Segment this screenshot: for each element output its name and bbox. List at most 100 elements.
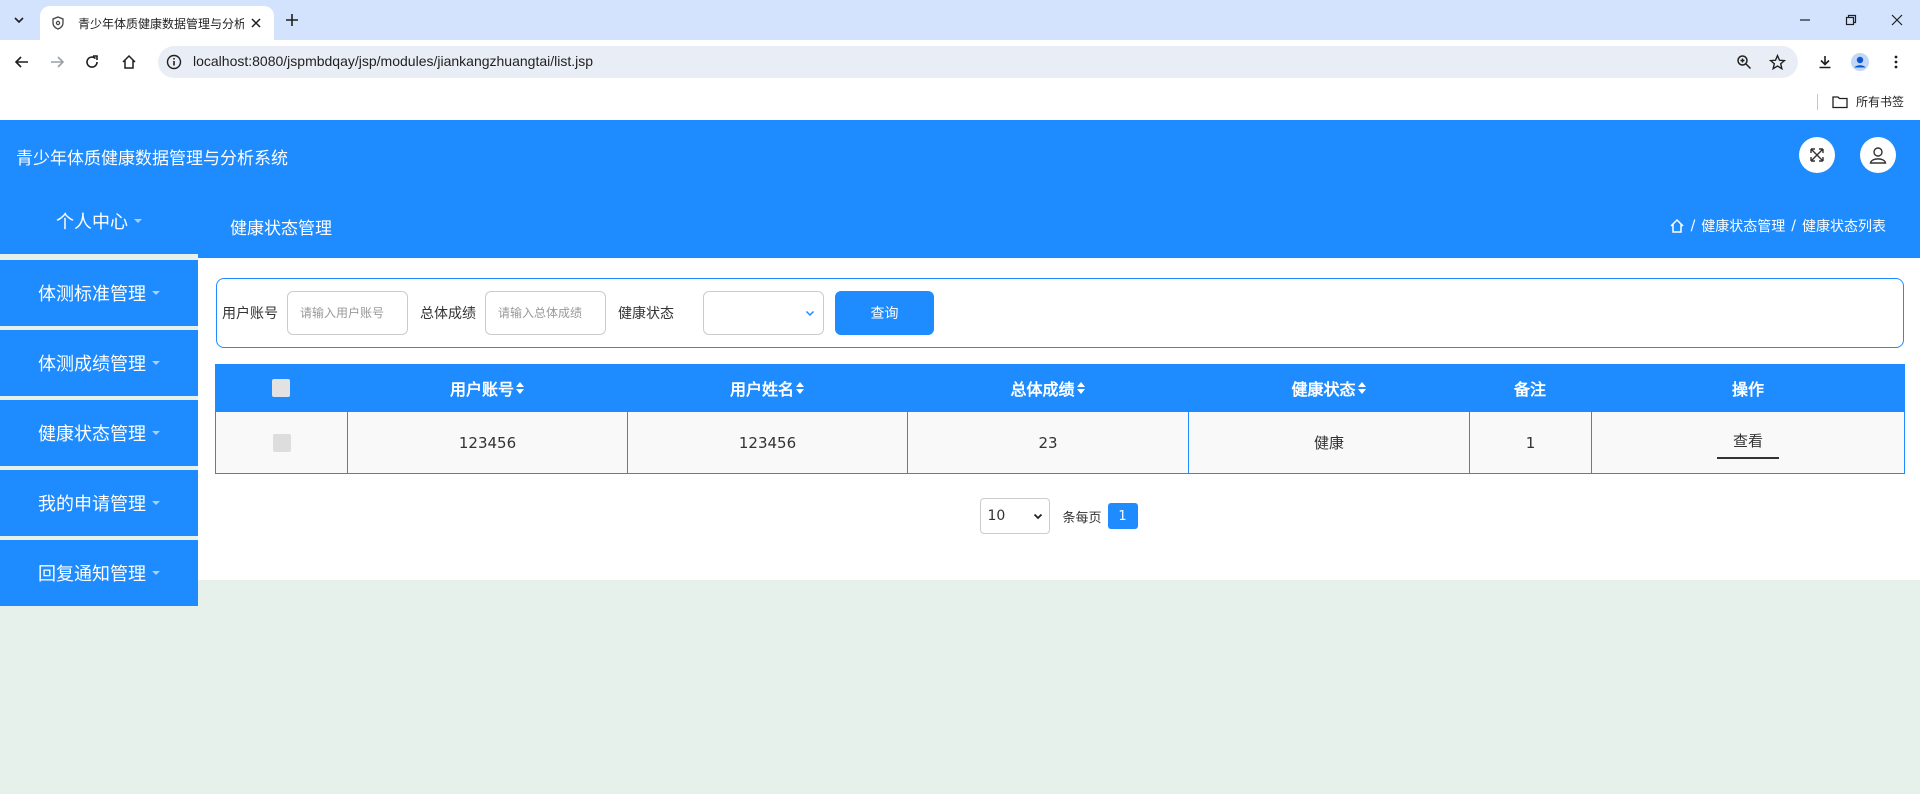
plus-icon — [286, 14, 298, 26]
sidebar-item-personal-center[interactable]: 个人中心 — [0, 188, 198, 254]
header-cell-score[interactable]: 总体成绩 — [907, 364, 1188, 412]
close-window-button[interactable] — [1887, 10, 1907, 30]
app-title: 青少年体质健康数据管理与分析系统 — [16, 149, 288, 169]
sidebar-item-test-standards[interactable]: 体测标准管理 — [0, 260, 198, 326]
sidebar-item-my-applications[interactable]: 我的申请管理 — [0, 470, 198, 536]
score-label: 总体成绩 — [420, 306, 476, 322]
cell-status: 健康 — [1189, 412, 1470, 473]
table-header: 用户账号 用户姓名 总体成绩 健康状态 备注 操作 — [215, 364, 1905, 412]
account-input[interactable] — [287, 291, 408, 335]
browser-tab-active[interactable]: 青少年体质健康数据管理与分析 — [40, 6, 274, 40]
per-page-label: 条每页 — [1062, 510, 1102, 526]
browser-toolbar: localhost:8080/jspmbdqay/jsp/modules/jia… — [0, 40, 1920, 84]
fullscreen-button[interactable] — [1799, 137, 1835, 173]
breadcrumb-separator: / — [1690, 218, 1696, 234]
sidebar-item-label: 体测成绩管理 — [38, 354, 146, 375]
sort-icon — [796, 382, 804, 394]
header-cell-account[interactable]: 用户账号 — [347, 364, 627, 412]
caret-down-icon — [152, 501, 160, 505]
sidebar-item-health-status[interactable]: 健康状态管理 — [0, 400, 198, 466]
home-button[interactable] — [118, 51, 140, 73]
caret-down-icon — [152, 361, 160, 365]
header-label: 用户账号 — [449, 380, 514, 399]
query-button[interactable]: 查询 — [835, 291, 934, 335]
star-icon[interactable] — [1768, 53, 1786, 71]
header-cell-select — [215, 364, 347, 412]
download-icon — [1819, 56, 1831, 69]
app-header: 青少年体质健康数据管理与分析系统 — [0, 120, 1920, 188]
row-checkbox[interactable] — [272, 433, 291, 452]
sidebar-item-label: 我的申请管理 — [38, 494, 146, 515]
header-label: 健康状态 — [1291, 380, 1356, 399]
sort-icon — [1076, 382, 1085, 394]
restore-icon — [1845, 14, 1857, 26]
arrow-left-icon — [14, 56, 28, 68]
header-label: 用户姓名 — [729, 380, 794, 399]
chevron-down-icon — [805, 310, 815, 317]
page-title: 健康状态管理 — [230, 219, 332, 239]
breadcrumb-item-health-status[interactable]: 健康状态管理 — [1701, 216, 1785, 236]
user-button[interactable] — [1860, 137, 1896, 173]
header-label: 总体成绩 — [1010, 380, 1075, 399]
cell-select — [216, 412, 348, 473]
all-bookmarks-button[interactable]: 所有书签 — [1832, 93, 1904, 110]
avatar-icon — [1851, 53, 1869, 71]
profile-button[interactable] — [1849, 51, 1871, 73]
forward-button[interactable] — [46, 51, 68, 73]
score-input[interactable] — [485, 291, 606, 335]
sidebar-item-label: 个人中心 — [56, 212, 128, 233]
url-text: localhost:8080/jspmbdqay/jsp/modules/jia… — [193, 53, 594, 69]
page-size-value: 10 — [987, 508, 1006, 524]
tab-search-button[interactable] — [6, 8, 32, 32]
info-icon[interactable] — [166, 54, 182, 70]
sort-icon — [516, 382, 524, 394]
view-button[interactable]: 查看 — [1716, 426, 1779, 459]
cell-action: 查看 — [1592, 412, 1904, 473]
minimize-button[interactable] — [1795, 10, 1815, 30]
restore-button[interactable] — [1841, 10, 1861, 30]
table-row: 123456 123456 23 健康 1 查看 — [215, 412, 1905, 474]
breadcrumb-separator: / — [1791, 218, 1796, 234]
sort-icon — [1357, 382, 1366, 394]
reload-button[interactable] — [81, 51, 103, 73]
page-title-bar: 健康状态管理 / 健康状态管理 / 健康状态列表 — [198, 188, 1920, 258]
status-select[interactable] — [703, 291, 824, 335]
caret-down-icon — [152, 431, 160, 435]
header-cell-status[interactable]: 健康状态 — [1188, 364, 1469, 412]
page-number-current[interactable]: 1 — [1107, 503, 1138, 529]
header-label: 备注 — [1513, 380, 1546, 399]
close-icon[interactable] — [248, 15, 264, 31]
new-tab-button[interactable] — [282, 10, 302, 30]
download-button[interactable] — [1814, 51, 1836, 73]
page-size-select[interactable]: 10 — [980, 498, 1051, 534]
header-cell-action: 操作 — [1591, 364, 1905, 412]
bookmarks-divider — [1817, 94, 1818, 110]
sidebar-item-label: 体测标准管理 — [38, 284, 146, 305]
breadcrumb-item-health-list: 健康状态列表 — [1802, 219, 1886, 235]
pagination: 10 条每页 1 — [198, 498, 1920, 534]
header-cell-name[interactable]: 用户姓名 — [627, 364, 907, 412]
home-icon — [122, 54, 136, 69]
zoom-icon[interactable] — [1735, 53, 1753, 71]
back-button[interactable] — [11, 51, 33, 73]
sidebar-item-test-scores[interactable]: 体测成绩管理 — [0, 330, 198, 396]
caret-down-icon — [134, 219, 142, 223]
all-bookmarks-label: 所有书签 — [1856, 95, 1905, 109]
reload-icon — [86, 55, 98, 68]
home-icon[interactable] — [1669, 218, 1685, 234]
address-bar[interactable]: localhost:8080/jspmbdqay/jsp/modules/jia… — [158, 46, 1798, 78]
account-label: 用户账号 — [222, 306, 278, 322]
chevron-down-icon — [1034, 513, 1043, 520]
arrow-right-icon — [51, 56, 65, 68]
sidebar-item-reply-notices[interactable]: 回复通知管理 — [0, 540, 198, 606]
menu-button[interactable] — [1885, 51, 1907, 73]
expand-icon — [1810, 148, 1824, 162]
select-all-checkbox[interactable] — [272, 379, 290, 397]
header-cell-note: 备注 — [1469, 364, 1591, 412]
browser-tab-strip: 青少年体质健康数据管理与分析 — [0, 0, 1920, 40]
bookmarks-bar: 所有书签 — [0, 84, 1920, 120]
close-icon — [1891, 14, 1903, 26]
search-form: 用户账号 总体成绩 健康状态 查询 — [216, 278, 1904, 348]
user-icon — [1869, 147, 1887, 164]
chevron-down-icon — [14, 17, 24, 24]
